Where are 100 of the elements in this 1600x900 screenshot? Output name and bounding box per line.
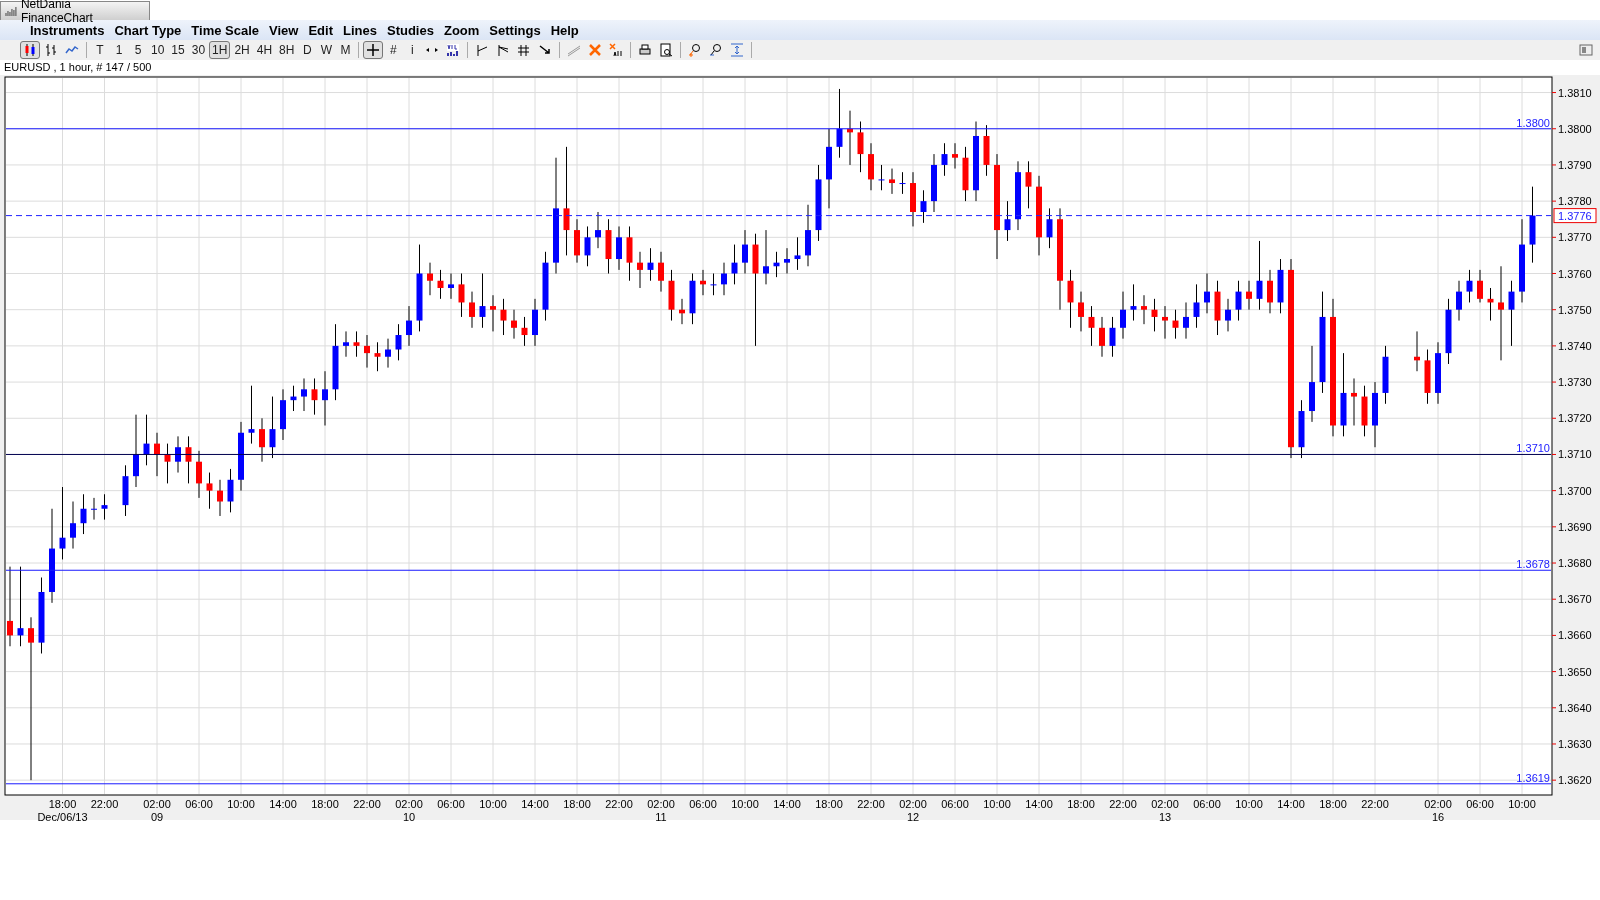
- menu-item[interactable]: Lines: [338, 22, 382, 38]
- candlestick: [1466, 269, 1473, 303]
- clear-all-icon: [609, 43, 624, 57]
- candlestick-icon: [23, 43, 37, 57]
- candlestick: [437, 269, 444, 300]
- toolbar-button[interactable]: #: [384, 41, 403, 59]
- candlestick: [59, 486, 66, 560]
- axis-label: 1.3800: [1558, 122, 1592, 135]
- candlestick: [857, 121, 864, 173]
- menu-item[interactable]: Settings: [484, 22, 546, 38]
- date-label: 11: [655, 811, 667, 823]
- candlestick: [710, 273, 717, 296]
- candlestick: [742, 229, 748, 275]
- axis-label: 1.3720: [1558, 412, 1592, 425]
- horizontal-line[interactable]: [5, 453, 1552, 455]
- candlestick: [227, 468, 234, 513]
- toolbar-button[interactable]: 15: [168, 41, 188, 59]
- candlestick: [794, 236, 801, 271]
- crosshair-icon: [366, 43, 381, 57]
- candlestick: [878, 164, 885, 191]
- menu-item[interactable]: Instruments: [25, 22, 110, 38]
- axis-label: 1.3730: [1558, 376, 1592, 389]
- candlestick: [364, 334, 370, 369]
- candlestick: [1225, 298, 1231, 332]
- toolbar-button[interactable]: 1H: [209, 41, 231, 59]
- candlestick: [385, 338, 391, 369]
- axis-label: 18:00: [1067, 798, 1095, 810]
- menu-item[interactable]: Edit: [303, 22, 338, 38]
- candlestick: [763, 229, 769, 285]
- toolbar-button[interactable]: 10: [148, 41, 168, 59]
- toolbar-button[interactable]: T: [91, 41, 109, 59]
- candlestick: [1109, 316, 1116, 358]
- date-label: 13: [1158, 811, 1172, 823]
- axis-label: 1.3810: [1558, 86, 1592, 99]
- axis-label: 1.3650: [1558, 665, 1592, 678]
- fit-vertical-icon: [730, 43, 745, 57]
- candlestick: [17, 566, 24, 647]
- toolbar-button[interactable]: M: [336, 41, 355, 59]
- date-label: 09: [150, 811, 164, 823]
- axis-label: 22:00: [1361, 798, 1389, 810]
- toolbar-button[interactable]: 30: [188, 41, 209, 59]
- candlestick: [490, 294, 496, 332]
- zoom-in-icon: [688, 43, 703, 57]
- candlestick: [322, 370, 328, 427]
- bar-chart-icon: [44, 43, 58, 57]
- candlestick: [259, 417, 265, 463]
- axis-label: 10:00: [731, 798, 759, 810]
- candlestick: [217, 479, 223, 517]
- axis-label: 22:00: [605, 798, 633, 810]
- menu-item[interactable]: View: [264, 22, 304, 38]
- toolbar-button[interactable]: i: [403, 41, 422, 59]
- candlestick: [836, 88, 843, 159]
- candlestick: [395, 323, 402, 361]
- axis-label: 18:00: [311, 798, 339, 810]
- axis-label: 14:00: [773, 798, 801, 810]
- candlestick: [1267, 269, 1273, 314]
- axis-label: 10:00: [227, 798, 255, 810]
- axis-label: 02:00: [395, 798, 423, 810]
- candlestick: [521, 316, 528, 347]
- menu-item[interactable]: Help: [545, 22, 584, 38]
- candlestick: [1130, 283, 1137, 322]
- axis-label: 06:00: [941, 798, 969, 810]
- toolbar-button[interactable]: W: [317, 41, 336, 59]
- candlestick: [941, 142, 948, 177]
- candlestick: [731, 244, 738, 285]
- toolbar-button[interactable]: 4H: [253, 41, 276, 59]
- axis-label: 1.3640: [1558, 701, 1592, 714]
- axis-label: 1.3630: [1558, 737, 1592, 750]
- axis-label: 22:00: [90, 798, 119, 810]
- toolbar-button[interactable]: 5: [129, 41, 147, 59]
- candlestick: [721, 262, 727, 296]
- candlestick: [920, 189, 927, 224]
- candlestick: [427, 262, 433, 296]
- pen-lines-icon: [567, 43, 582, 57]
- toolbar-button[interactable]: 1: [110, 41, 128, 59]
- candlestick: [1246, 280, 1252, 311]
- app-icon: [5, 5, 17, 17]
- menu-item[interactable]: Chart Type: [109, 22, 187, 38]
- axis-label: 1.3670: [1558, 593, 1592, 606]
- toolbar-button[interactable]: [363, 41, 384, 59]
- toolbar-button[interactable]: D: [298, 41, 317, 59]
- candlestick: [91, 497, 97, 521]
- menu-item[interactable]: Zoom: [438, 22, 485, 38]
- menu-item[interactable]: Time Scale: [186, 22, 265, 38]
- print-preview-icon: [659, 43, 674, 57]
- axis-label: 10:00: [983, 798, 1011, 810]
- axis-label: 1.3710: [1558, 448, 1592, 461]
- axis-label: 02:00: [1151, 798, 1179, 810]
- menu-item[interactable]: Studies: [381, 22, 439, 38]
- toolbar-button[interactable]: 2H: [231, 41, 253, 59]
- candlestick: [500, 298, 507, 336]
- candlestick: [1193, 283, 1200, 329]
- candlestick: [1498, 265, 1504, 361]
- candlestick: [1141, 294, 1147, 325]
- axis-label: 1.3620: [1558, 774, 1592, 787]
- candlestick: [1025, 160, 1032, 209]
- candlestick: [479, 273, 486, 329]
- toolbar-button[interactable]: [20, 41, 40, 59]
- toolbar-button[interactable]: 8H: [276, 41, 298, 59]
- date-label: 10: [402, 811, 416, 823]
